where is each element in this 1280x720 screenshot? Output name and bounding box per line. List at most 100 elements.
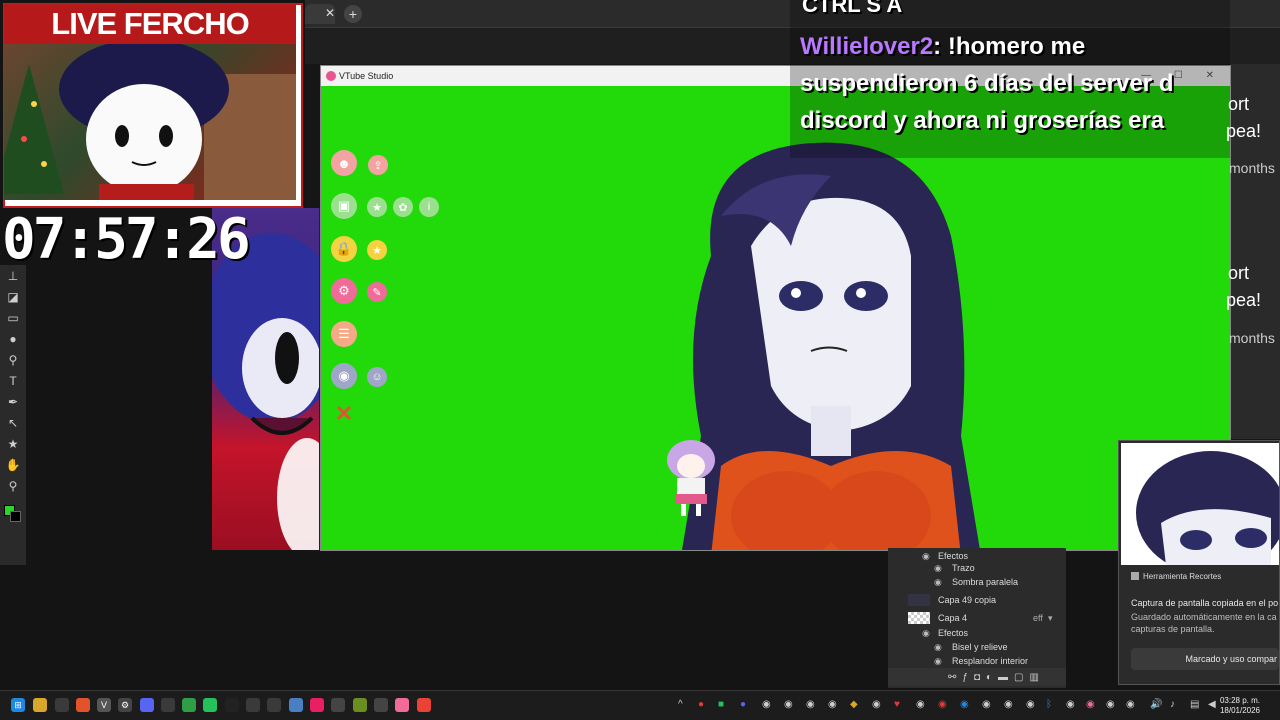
- chrome-icon[interactable]: [417, 698, 431, 712]
- tray-app-icon[interactable]: ◉: [828, 699, 837, 710]
- chevron-down-icon[interactable]: ▾: [1048, 610, 1053, 626]
- vts-item-star-button[interactable]: ★: [367, 197, 387, 217]
- notification-app-label: Herramienta Recortes: [1143, 572, 1222, 581]
- app-icon[interactable]: [203, 698, 217, 712]
- new-tab-button[interactable]: +: [344, 5, 362, 23]
- tray-app-icon[interactable]: ♥: [894, 699, 900, 710]
- app-icon[interactable]: [353, 698, 367, 712]
- tray-app-icon[interactable]: ◉: [1106, 699, 1115, 710]
- vts-broadcast-button[interactable]: ◉: [331, 363, 357, 389]
- app-icon[interactable]: [182, 698, 196, 712]
- layer-label: Sombra paralela: [952, 577, 1019, 587]
- vts-favorite-button[interactable]: ★: [367, 240, 387, 260]
- terminal-icon[interactable]: [225, 698, 239, 712]
- tray-discord-icon[interactable]: ●: [740, 699, 746, 710]
- volume-icon[interactable]: 🔊: [1150, 699, 1162, 710]
- hand-tool-icon[interactable]: ✋: [0, 454, 26, 475]
- tray-app-icon[interactable]: ◉: [1126, 699, 1135, 710]
- vtube-studio-icon[interactable]: [395, 698, 409, 712]
- trash-icon[interactable]: ▥: [1030, 672, 1039, 683]
- app-icon[interactable]: [267, 698, 281, 712]
- eye-icon[interactable]: ◉: [934, 574, 942, 590]
- vts-notes-button[interactable]: ☰: [331, 321, 357, 347]
- blur-tool-icon[interactable]: ●: [0, 328, 26, 349]
- adjustment-icon[interactable]: ◐: [986, 672, 992, 683]
- tray-app-icon[interactable]: ◉: [872, 699, 881, 710]
- tray-chevron-icon[interactable]: ^: [678, 699, 683, 710]
- vts-edit-button[interactable]: ✎: [367, 282, 387, 302]
- tray-app-icon[interactable]: ◉: [784, 699, 793, 710]
- vts-background-button[interactable]: ▣: [331, 193, 357, 219]
- speaker-icon[interactable]: ◀: [1208, 699, 1216, 710]
- vts-close-button[interactable]: ✕: [331, 401, 357, 427]
- settings-icon[interactable]: ⚙: [118, 698, 132, 712]
- app-icon[interactable]: [374, 698, 388, 712]
- snip-notification[interactable]: Herramienta Recortes Captura de pantalla…: [1118, 440, 1280, 685]
- shape-tool-icon[interactable]: ★: [0, 433, 26, 454]
- vts-lock-button[interactable]: 🔒: [331, 236, 357, 262]
- discord-icon[interactable]: [140, 698, 154, 712]
- eraser-tool-icon[interactable]: ◪: [0, 286, 26, 307]
- vts-profile-button[interactable]: ☻: [331, 150, 357, 176]
- layer-effect-row[interactable]: ◉ Sombra paralela: [888, 574, 1066, 590]
- file-explorer-icon[interactable]: [33, 698, 47, 712]
- mask-icon[interactable]: ◘: [974, 672, 980, 683]
- tray-app-icon[interactable]: ◉: [1066, 699, 1075, 710]
- microphone-icon[interactable]: ♪: [1170, 699, 1175, 710]
- tiktok-icon[interactable]: [310, 698, 324, 712]
- right-text-5: pea!: [1226, 290, 1262, 310]
- vts-collab-button[interactable]: ☺: [367, 367, 387, 387]
- vts-item-info-button[interactable]: i: [419, 197, 439, 217]
- tab-close-icon[interactable]: ✕: [325, 6, 335, 20]
- tray-app-icon[interactable]: ◉: [762, 699, 771, 710]
- notepad-icon[interactable]: [289, 698, 303, 712]
- dodge-tool-icon[interactable]: ⚲: [0, 349, 26, 370]
- tray-app-icon[interactable]: ◉: [1004, 699, 1013, 710]
- app-icon[interactable]: [331, 698, 345, 712]
- tray-app-icon[interactable]: ◉: [806, 699, 815, 710]
- taskbar-clock[interactable]: 03:28 p. m. 18/01/2026: [1220, 696, 1260, 716]
- new-layer-icon[interactable]: ▢: [1014, 672, 1023, 683]
- pen-tool-icon[interactable]: ✒: [0, 391, 26, 412]
- path-select-tool-icon[interactable]: ↖: [0, 412, 26, 433]
- app-icon[interactable]: [161, 698, 175, 712]
- vts-item-flower-button[interactable]: ✿: [393, 197, 413, 217]
- tray-app-icon[interactable]: ◉: [938, 699, 947, 710]
- notification-line-3: capturas de pantalla.: [1131, 624, 1215, 634]
- tray-app-icon[interactable]: ◉: [960, 699, 969, 710]
- background-color-swatch[interactable]: [10, 511, 21, 522]
- effects-badge: eff: [1033, 613, 1043, 623]
- zoom-tool-icon[interactable]: ⚲: [0, 475, 26, 496]
- layer-label: Trazo: [952, 563, 975, 573]
- snip-preview-image[interactable]: [1121, 443, 1279, 565]
- markup-share-button[interactable]: Marcado y uso compar: [1131, 648, 1279, 670]
- chibi-item[interactable]: [663, 438, 719, 520]
- start-icon[interactable]: ⊞: [11, 698, 25, 712]
- fx-icon[interactable]: ƒ: [962, 672, 968, 683]
- layer-row[interactable]: Capa 49 copia: [888, 592, 1066, 608]
- gradient-tool-icon[interactable]: ▭: [0, 307, 26, 328]
- layer-effect-row[interactable]: ◉ Resplandor interior: [888, 653, 1066, 669]
- tray-app-icon[interactable]: ■: [718, 699, 724, 710]
- eye-icon[interactable]: ◉: [934, 653, 942, 669]
- folder-icon[interactable]: ▬: [998, 672, 1008, 683]
- vts-settings-button[interactable]: ⚙: [331, 278, 357, 304]
- layer-label: Efectos: [938, 628, 969, 638]
- firefox-icon[interactable]: [76, 698, 90, 712]
- bluetooth-icon[interactable]: ᛒ: [1046, 699, 1052, 710]
- app-icon[interactable]: [55, 698, 69, 712]
- vts-share-button[interactable]: ⇪: [368, 155, 388, 175]
- tray-app-icon[interactable]: ◉: [982, 699, 991, 710]
- obs-icon[interactable]: [246, 698, 260, 712]
- text-tool-icon[interactable]: T: [0, 370, 26, 391]
- network-icon[interactable]: ▤: [1190, 699, 1199, 710]
- link-icon[interactable]: ⚯: [948, 672, 956, 683]
- layer-row[interactable]: Capa 4 eff ▾: [888, 610, 1066, 626]
- app-icon[interactable]: V: [97, 698, 111, 712]
- tray-app-icon[interactable]: ◉: [1086, 699, 1095, 710]
- tray-app-icon[interactable]: ◉: [916, 699, 925, 710]
- right-text-4: ort: [1228, 263, 1250, 283]
- tray-app-icon[interactable]: ◉: [1026, 699, 1035, 710]
- tray-record-icon[interactable]: ●: [698, 699, 704, 710]
- tray-app-icon[interactable]: ◆: [850, 699, 858, 710]
